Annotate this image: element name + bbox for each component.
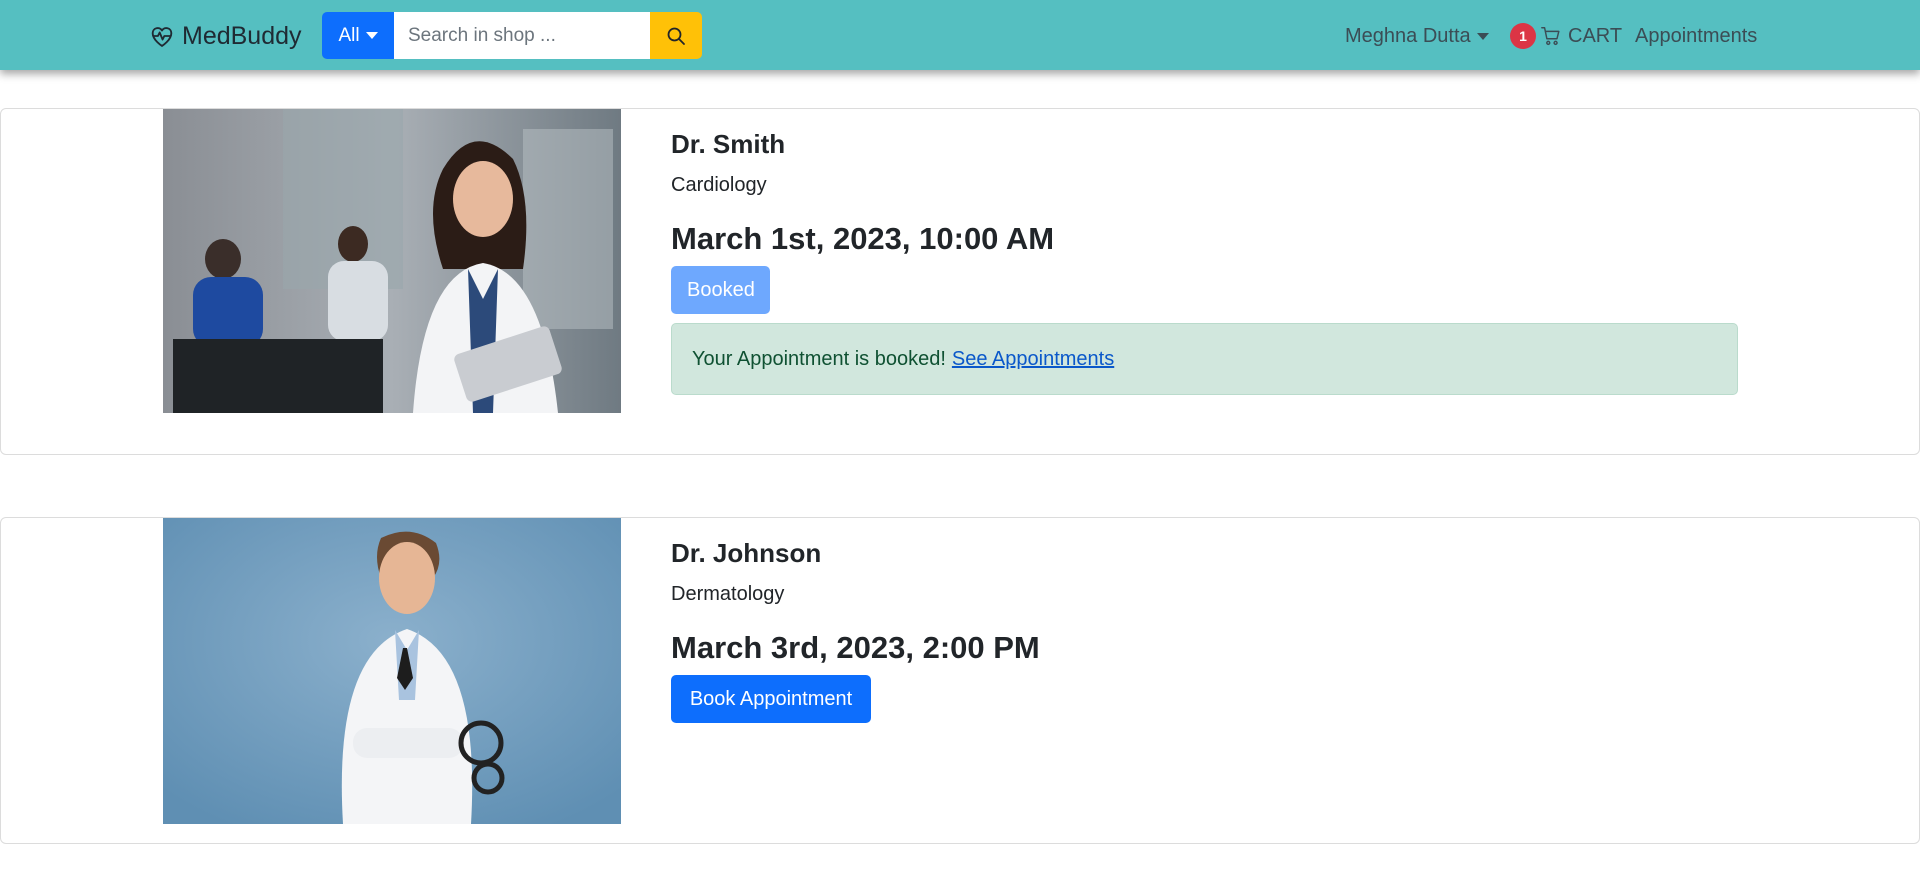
doctor-card: Dr. Johnson Dermatology March 3rd, 2023,… <box>0 517 1920 844</box>
doctor-photo <box>163 109 621 413</box>
cart-link[interactable]: 1 CART <box>1510 22 1622 50</box>
caret-down-icon <box>365 32 378 39</box>
search-button[interactable] <box>650 12 702 59</box>
appointment-datetime: March 1st, 2023, 10:00 AM <box>671 221 1055 256</box>
booked-button[interactable]: Booked <box>671 266 770 314</box>
category-label: All <box>338 24 360 46</box>
doctor-specialty: Cardiology <box>671 174 767 196</box>
search-input[interactable] <box>394 12 650 59</box>
doctor-name: Dr. Johnson <box>671 538 822 568</box>
user-menu[interactable]: Meghna Dutta <box>1345 22 1489 50</box>
cart-icon <box>1541 27 1560 46</box>
book-appointment-button[interactable]: Book Appointment <box>671 675 871 723</box>
see-appointments-link[interactable]: See Appointments <box>952 348 1114 371</box>
appointment-datetime: March 3rd, 2023, 2:00 PM <box>671 630 1040 665</box>
appointments-link[interactable]: Appointments <box>1635 22 1757 50</box>
booking-success-alert: Your Appointment is booked! See Appointm… <box>671 323 1738 395</box>
alert-text: Your Appointment is booked! <box>692 347 946 370</box>
brand-link[interactable]: MedBuddy <box>148 19 302 53</box>
brand-name: MedBuddy <box>182 21 302 50</box>
caret-down-icon <box>1476 32 1489 40</box>
cart-label: CART <box>1568 24 1623 47</box>
search-group: All <box>322 12 702 59</box>
search-icon <box>667 27 685 45</box>
doctor-photo <box>163 518 621 824</box>
doctor-card: Dr. Smith Cardiology March 1st, 2023, 10… <box>0 108 1920 455</box>
doctor-name: Dr. Smith <box>671 129 786 159</box>
navbar: MedBuddy All Meghna Dutta 1 CART Appoint… <box>0 0 1920 70</box>
heart-pulse-icon <box>151 27 173 47</box>
appointments-label: Appointments <box>1635 24 1758 47</box>
cart-count-badge: 1 <box>1510 23 1536 49</box>
category-dropdown[interactable]: All <box>322 12 394 59</box>
doctor-specialty: Dermatology <box>671 583 785 605</box>
user-name: Meghna Dutta <box>1345 24 1471 47</box>
